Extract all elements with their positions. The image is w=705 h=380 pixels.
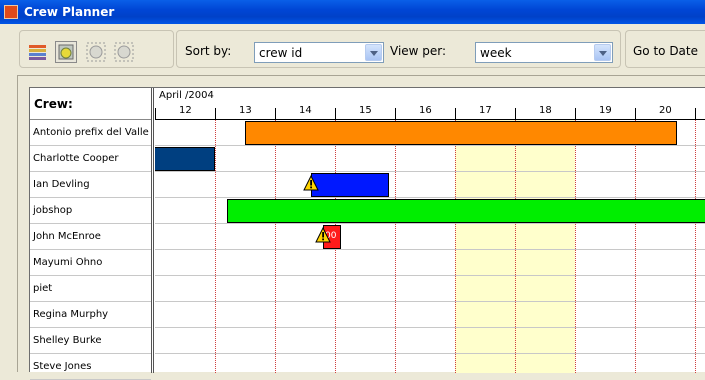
zoom-out-icon[interactable]: [113, 41, 135, 63]
day-gridline: [575, 120, 576, 373]
row-divider: [155, 145, 705, 146]
crew-name-label: John McEnroe: [33, 231, 101, 242]
row-divider: [155, 353, 705, 354]
month-label: April /2004: [159, 90, 214, 101]
crew-row-name[interactable]: Shelley Burke: [30, 328, 151, 354]
zoom-in-icon[interactable]: [85, 41, 107, 63]
calendar-icon[interactable]: [55, 41, 77, 63]
day-label: 13: [239, 105, 252, 116]
assignment-bar[interactable]: [311, 173, 389, 197]
sort-select[interactable]: crew id: [254, 42, 384, 63]
icon-button-group: [19, 30, 174, 68]
crew-name-label: Ian Devling: [33, 179, 90, 190]
crew-header: Crew:: [30, 88, 151, 120]
crew-row-name[interactable]: piet: [30, 276, 151, 302]
row-divider: [155, 197, 705, 198]
crew-row-name[interactable]: Ian Devling: [30, 172, 151, 198]
crew-column: Crew: Antonio prefix del Valle Charlotte …: [30, 88, 154, 380]
crew-row-name[interactable]: Mayumi Ohno: [30, 250, 151, 276]
view-per-select-value: week: [480, 46, 512, 60]
sort-view-group: Sort by: crew id View per: week: [176, 30, 621, 68]
day-label: 20: [659, 105, 672, 116]
day-gridline: [515, 120, 516, 373]
day-gridline: [695, 120, 696, 373]
crew-name-label: Regina Murphy: [33, 309, 109, 320]
crew-row-name[interactable]: Antonio prefix del Valle: [30, 120, 151, 146]
day-gridline: [275, 120, 276, 373]
warning-icon[interactable]: [303, 175, 319, 191]
day-label: 14: [299, 105, 312, 116]
crew-name-label: piet: [33, 283, 53, 294]
crew-name-label: Steve Jones: [33, 361, 92, 372]
day-gridline: [395, 120, 396, 373]
day-gridline: [215, 120, 216, 373]
crew-name-label: Antonio prefix del Valle: [33, 127, 149, 138]
app-icon: [4, 5, 18, 19]
row-divider: [155, 171, 705, 172]
day-label: 19: [599, 105, 612, 116]
row-divider: [155, 249, 705, 250]
day-gridline: [455, 120, 456, 373]
warning-icon[interactable]: [315, 227, 331, 243]
row-divider: [155, 275, 705, 276]
view-per-select[interactable]: week: [475, 42, 613, 63]
day-gridline: [635, 120, 636, 373]
crew-name-label: Charlotte Cooper: [33, 153, 119, 164]
crew-row-name[interactable]: jobshop: [30, 198, 151, 224]
go-to-date-button[interactable]: Go to Date: [633, 44, 698, 58]
timeline: April /2004 12 13 14 15 16 17 18 19 20 00: [155, 88, 705, 373]
crew-name-label: Shelley Burke: [33, 335, 102, 346]
goto-group: Go to Date: [625, 30, 705, 68]
sort-select-value: crew id: [259, 46, 303, 60]
header-divider: [155, 119, 705, 120]
chevron-down-icon[interactable]: [594, 44, 611, 61]
row-divider: [155, 223, 705, 224]
crew-row-name[interactable]: John McEnroe: [30, 224, 151, 250]
day-label: 15: [359, 105, 372, 116]
toolbar: Sort by: crew id View per: week Go to Da…: [0, 24, 705, 74]
window-title: Crew Planner: [24, 5, 115, 19]
row-divider: [155, 301, 705, 302]
crew-row-name[interactable]: Steve Jones: [30, 354, 151, 380]
day-label: 12: [179, 105, 192, 116]
chevron-down-icon[interactable]: [365, 44, 382, 61]
crew-header-label: Crew:: [34, 97, 73, 111]
crew-name-label: Mayumi Ohno: [33, 257, 103, 268]
view-per-label: View per:: [390, 44, 447, 58]
crew-row-name[interactable]: Charlotte Cooper: [30, 146, 151, 172]
day-label: 18: [539, 105, 552, 116]
assignment-bar[interactable]: [155, 147, 215, 171]
title-bar: Crew Planner: [0, 0, 705, 24]
crew-row-name[interactable]: Regina Murphy: [30, 302, 151, 328]
assignment-bar[interactable]: [245, 121, 677, 145]
sort-label: Sort by:: [185, 44, 232, 58]
stacked-bars-icon[interactable]: [27, 41, 49, 63]
crew-name-label: jobshop: [33, 205, 73, 216]
planner-grid: Crew: Antonio prefix del Valle Charlotte …: [29, 87, 705, 380]
day-label: 16: [419, 105, 432, 116]
day-label: 17: [479, 105, 492, 116]
row-divider: [155, 327, 705, 328]
assignment-bar[interactable]: [227, 199, 705, 223]
